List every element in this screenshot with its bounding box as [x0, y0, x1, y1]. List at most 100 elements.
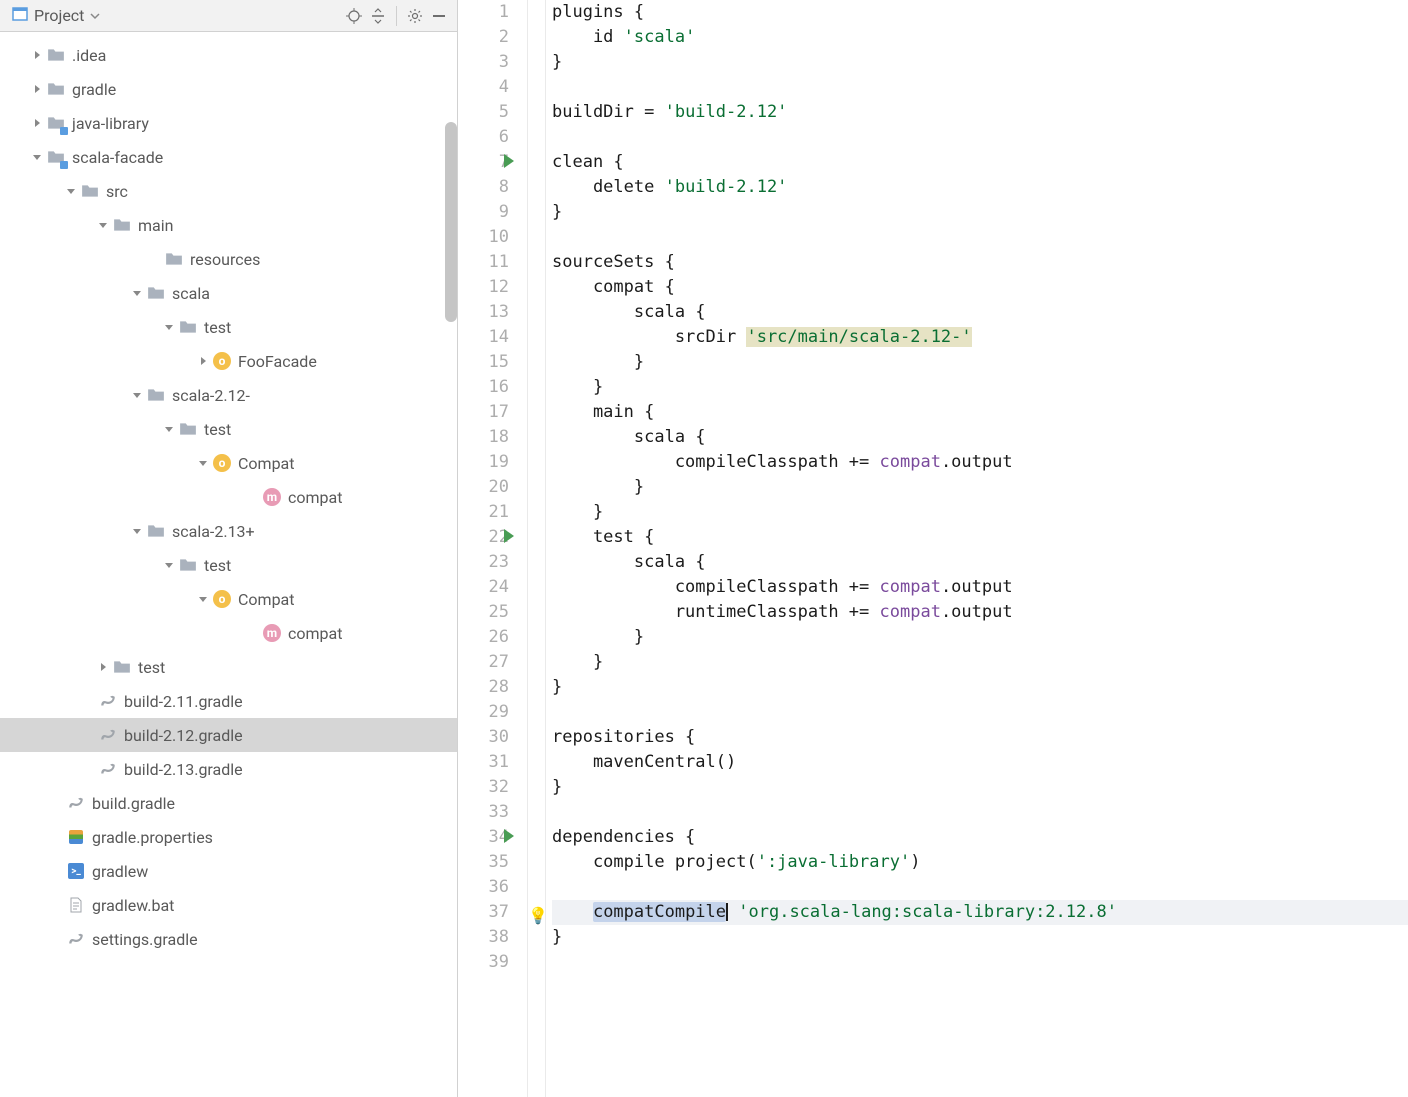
- tree-item[interactable]: oCompat: [0, 446, 457, 480]
- tree-arrow-down-icon[interactable]: [128, 284, 146, 302]
- code-line[interactable]: compileClasspath += compat.output: [552, 450, 1408, 475]
- code-line[interactable]: compat {: [552, 275, 1408, 300]
- tree-arrow-down-icon[interactable]: [160, 318, 178, 336]
- hide-panel-icon[interactable]: [427, 4, 451, 28]
- code-line[interactable]: }: [552, 500, 1408, 525]
- code-line[interactable]: }: [552, 475, 1408, 500]
- tree-item[interactable]: build.gradle: [0, 786, 457, 820]
- tree-item[interactable]: scala-2.12-: [0, 378, 457, 412]
- tree-arrow-down-icon[interactable]: [128, 522, 146, 540]
- collapse-all-icon[interactable]: [366, 4, 390, 28]
- code-line[interactable]: delete 'build-2.12': [552, 175, 1408, 200]
- code-line[interactable]: }: [552, 350, 1408, 375]
- tree-item[interactable]: test: [0, 548, 457, 582]
- tree-item[interactable]: build-2.12.gradle: [0, 718, 457, 752]
- tree-item[interactable]: >_gradlew: [0, 854, 457, 888]
- project-tree[interactable]: .ideagradlejava-libraryscala-facadesrcma…: [0, 32, 457, 1097]
- scrollbar-thumb[interactable]: [445, 122, 457, 322]
- code-line[interactable]: compileClasspath += compat.output: [552, 575, 1408, 600]
- code-line[interactable]: id 'scala': [552, 25, 1408, 50]
- tree-item[interactable]: .idea: [0, 38, 457, 72]
- code-line[interactable]: srcDir 'src/main/scala-2.12-': [552, 325, 1408, 350]
- code-line[interactable]: [552, 800, 1408, 825]
- run-gutter-icon[interactable]: [504, 829, 514, 843]
- tree-arrow-right-icon[interactable]: [28, 46, 46, 64]
- tree-arrow-right-icon[interactable]: [28, 80, 46, 98]
- code-line[interactable]: }: [552, 50, 1408, 75]
- code-line[interactable]: sourceSets {: [552, 250, 1408, 275]
- code-line[interactable]: compile project(':java-library'): [552, 850, 1408, 875]
- code-line[interactable]: }: [552, 650, 1408, 675]
- tree-item[interactable]: mcompat: [0, 616, 457, 650]
- code-line[interactable]: [552, 125, 1408, 150]
- tree-item[interactable]: test: [0, 310, 457, 344]
- code-line[interactable]: [552, 75, 1408, 100]
- tree-item[interactable]: resources: [0, 242, 457, 276]
- code-line[interactable]: }: [552, 625, 1408, 650]
- tree-item[interactable]: gradlew.bat: [0, 888, 457, 922]
- tree-item-label: gradle.properties: [92, 828, 213, 847]
- tree-arrow-down-icon[interactable]: [62, 182, 80, 200]
- tree-arrow-down-icon[interactable]: [128, 386, 146, 404]
- tree-item[interactable]: src: [0, 174, 457, 208]
- tree-item[interactable]: java-library: [0, 106, 457, 140]
- locate-icon[interactable]: [342, 4, 366, 28]
- project-view-dropdown[interactable]: Project: [6, 4, 106, 28]
- code-line[interactable]: }: [552, 925, 1408, 950]
- code-line[interactable]: plugins {: [552, 0, 1408, 25]
- tree-arrow-right-icon[interactable]: [194, 352, 212, 370]
- tree-arrow-down-icon[interactable]: [160, 420, 178, 438]
- code-line[interactable]: [552, 225, 1408, 250]
- code-editor[interactable]: 1234567891011121314151617181920212223242…: [458, 0, 1408, 1097]
- tree-arrow-right-icon[interactable]: [94, 658, 112, 676]
- tree-arrow-down-icon[interactable]: [194, 454, 212, 472]
- tree-item[interactable]: scala: [0, 276, 457, 310]
- code-line[interactable]: main {: [552, 400, 1408, 425]
- gear-icon[interactable]: [403, 4, 427, 28]
- code-line[interactable]: clean {: [552, 150, 1408, 175]
- tree-arrow-right-icon[interactable]: [28, 114, 46, 132]
- tree-item[interactable]: oFooFacade: [0, 344, 457, 378]
- tree-item[interactable]: scala-2.13+: [0, 514, 457, 548]
- tree-arrow-down-icon[interactable]: [160, 556, 178, 574]
- tree-item[interactable]: build-2.11.gradle: [0, 684, 457, 718]
- code-line[interactable]: [552, 875, 1408, 900]
- code-content[interactable]: plugins { id 'scala'} buildDir = 'build-2…: [546, 0, 1408, 1097]
- tree-item[interactable]: test: [0, 650, 457, 684]
- tree-item[interactable]: oCompat: [0, 582, 457, 616]
- code-line[interactable]: }: [552, 675, 1408, 700]
- code-line[interactable]: [552, 950, 1408, 975]
- code-line[interactable]: test {: [552, 525, 1408, 550]
- gutter-line: 12: [458, 275, 509, 300]
- tree-arrow-down-icon[interactable]: [28, 148, 46, 166]
- tree-item-label: test: [204, 556, 231, 575]
- code-line[interactable]: [552, 700, 1408, 725]
- tree-item[interactable]: settings.gradle: [0, 922, 457, 956]
- run-gutter-icon[interactable]: [504, 154, 514, 168]
- intention-bulb-icon[interactable]: 💡: [528, 903, 548, 928]
- code-line[interactable]: }: [552, 775, 1408, 800]
- code-line[interactable]: 💡 compatCompile 'org.scala-lang:scala-li…: [552, 900, 1408, 925]
- tree-arrow-down-icon[interactable]: [194, 590, 212, 608]
- tree-item[interactable]: gradle.properties: [0, 820, 457, 854]
- code-line[interactable]: repositories {: [552, 725, 1408, 750]
- code-line[interactable]: buildDir = 'build-2.12': [552, 100, 1408, 125]
- code-line[interactable]: scala {: [552, 550, 1408, 575]
- tree-item[interactable]: mcompat: [0, 480, 457, 514]
- tree-item[interactable]: gradle: [0, 72, 457, 106]
- code-line[interactable]: }: [552, 375, 1408, 400]
- tree-item[interactable]: test: [0, 412, 457, 446]
- code-line[interactable]: scala {: [552, 300, 1408, 325]
- tree-item[interactable]: scala-facade: [0, 140, 457, 174]
- code-line[interactable]: }: [552, 200, 1408, 225]
- gutter-line: 33: [458, 800, 509, 825]
- code-line[interactable]: mavenCentral(): [552, 750, 1408, 775]
- code-line[interactable]: scala {: [552, 425, 1408, 450]
- gutter-line: 38: [458, 925, 509, 950]
- run-gutter-icon[interactable]: [504, 529, 514, 543]
- tree-item[interactable]: main: [0, 208, 457, 242]
- tree-arrow-down-icon[interactable]: [94, 216, 112, 234]
- tree-item[interactable]: build-2.13.gradle: [0, 752, 457, 786]
- code-line[interactable]: runtimeClasspath += compat.output: [552, 600, 1408, 625]
- code-line[interactable]: dependencies {: [552, 825, 1408, 850]
